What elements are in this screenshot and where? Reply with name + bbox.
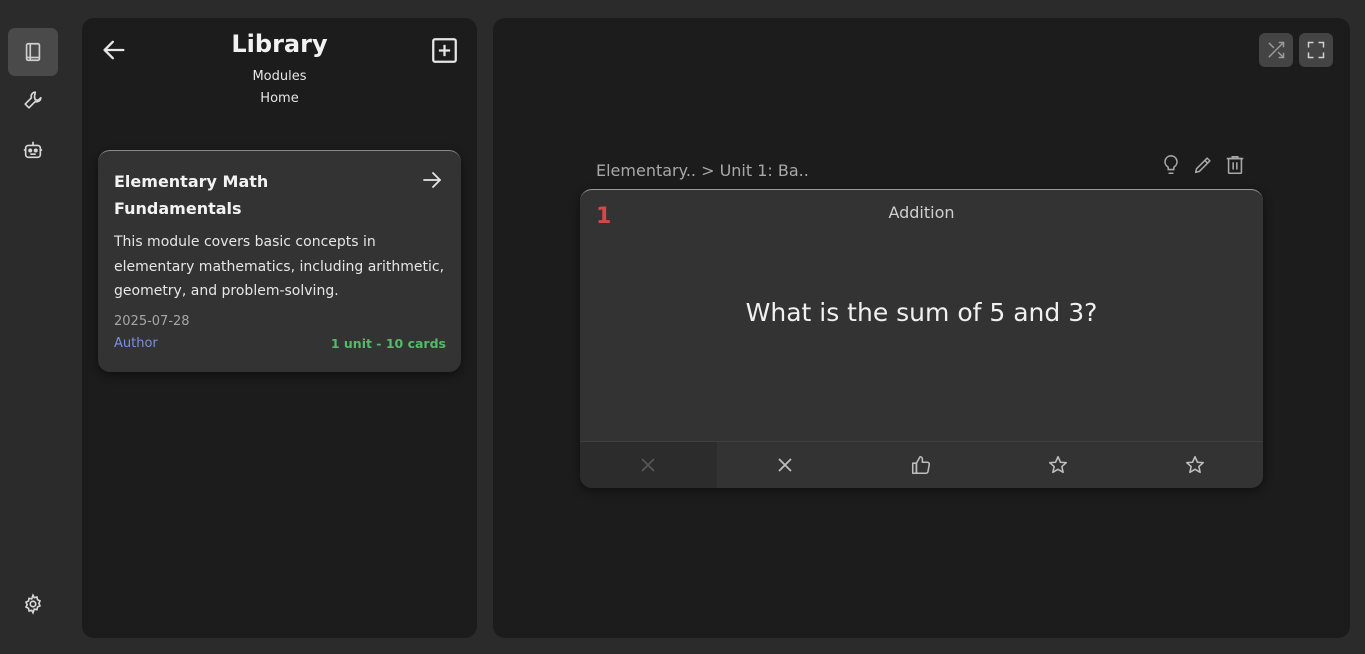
module-author[interactable]: Author (114, 336, 158, 351)
star-icon (1185, 455, 1204, 474)
module-card[interactable]: Elementary Math Fundamentals This module… (98, 150, 461, 372)
add-module-icon[interactable] (431, 37, 458, 64)
thumbs-up-icon (912, 455, 931, 475)
robot-icon (23, 141, 43, 159)
shuffle-button[interactable] (1259, 33, 1293, 67)
wrench-icon (24, 91, 42, 109)
library-subtitle-home[interactable]: Home (82, 91, 477, 106)
tools-nav-button[interactable] (8, 76, 58, 124)
rating-again-button[interactable] (580, 442, 717, 488)
ai-nav-button[interactable] (8, 126, 58, 174)
library-title: Library (231, 30, 328, 58)
settings-nav-button[interactable] (8, 580, 58, 628)
trash-icon[interactable] (1224, 154, 1246, 176)
gear-icon (24, 593, 42, 615)
fullscreen-button[interactable] (1299, 33, 1333, 67)
breadcrumb[interactable]: Elementary.. > Unit 1: Ba.. (596, 161, 809, 180)
flashcard[interactable]: 1 Addition What is the sum of 5 and 3? (580, 189, 1263, 488)
open-module-arrow-icon[interactable] (420, 168, 444, 192)
rating-perfect-button[interactable] (1126, 442, 1263, 488)
rating-easy-button[interactable] (990, 442, 1127, 488)
shuffle-icon (1268, 41, 1285, 59)
lightbulb-icon[interactable] (1160, 154, 1182, 176)
rating-good-button[interactable] (853, 442, 990, 488)
study-panel: Elementary.. > Unit 1: Ba.. 1 Addition W… (493, 18, 1350, 638)
star-icon (1049, 455, 1068, 474)
card-question: What is the sum of 5 and 3? (745, 298, 1098, 327)
module-card-count: 1 unit - 10 cards (330, 336, 446, 351)
rating-hard-button[interactable] (717, 442, 854, 488)
module-title: Elementary Math Fundamentals (114, 172, 269, 218)
library-subtitle-modules: Modules (252, 69, 307, 84)
card-topic: Addition (888, 203, 955, 222)
x-icon (641, 458, 655, 472)
pencil-icon[interactable] (1192, 154, 1214, 176)
icon-rail (0, 0, 66, 654)
x-icon (778, 458, 792, 472)
fullscreen-icon (1307, 41, 1325, 59)
module-description: This module covers basic concepts in ele… (114, 234, 445, 299)
library-nav-button[interactable] (8, 28, 58, 76)
module-date: 2025-07-28 (114, 314, 190, 329)
library-panel: Library Modules Home Elementary Math Fun… (82, 18, 477, 638)
book-icon (25, 42, 41, 62)
rating-bar (580, 441, 1263, 488)
